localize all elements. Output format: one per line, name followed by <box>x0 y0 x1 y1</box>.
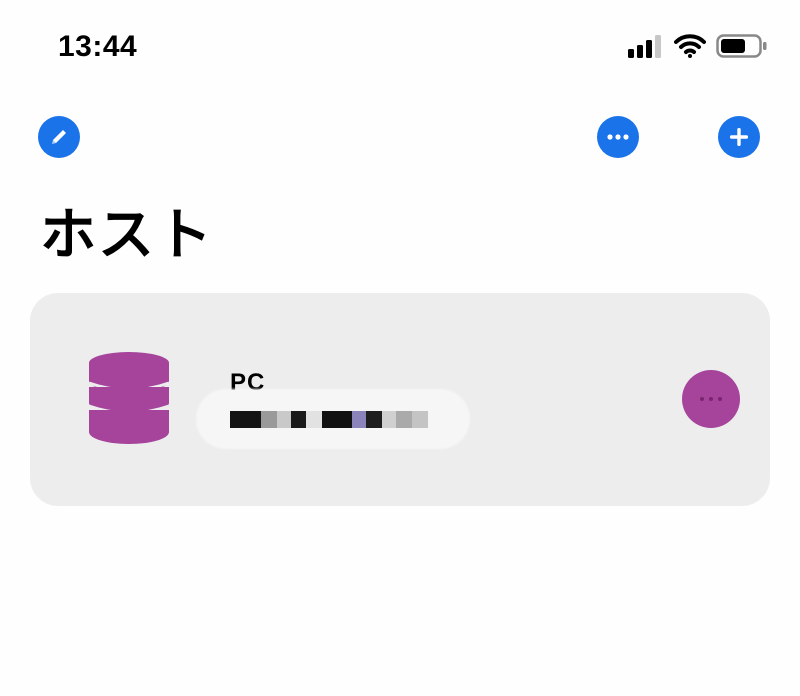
status-bar: 13:44 <box>0 0 800 96</box>
plus-icon <box>730 128 748 146</box>
battery-icon <box>716 34 767 58</box>
host-card[interactable]: PC <box>30 293 770 506</box>
page-title: ホスト <box>40 203 214 268</box>
ellipsis-icon <box>700 397 722 401</box>
signal-icon <box>628 35 661 58</box>
wifi-icon <box>674 34 706 58</box>
status-icons <box>628 34 768 58</box>
edit-button[interactable] <box>38 116 80 158</box>
pencil-icon <box>52 130 66 144</box>
ellipsis-icon <box>607 134 629 140</box>
host-address-redacted <box>230 411 428 428</box>
more-options-button[interactable] <box>597 116 639 158</box>
add-host-button[interactable] <box>718 116 760 158</box>
status-time: 13:44 <box>58 30 138 63</box>
host-options-button[interactable] <box>682 370 740 428</box>
database-icon <box>88 352 170 444</box>
